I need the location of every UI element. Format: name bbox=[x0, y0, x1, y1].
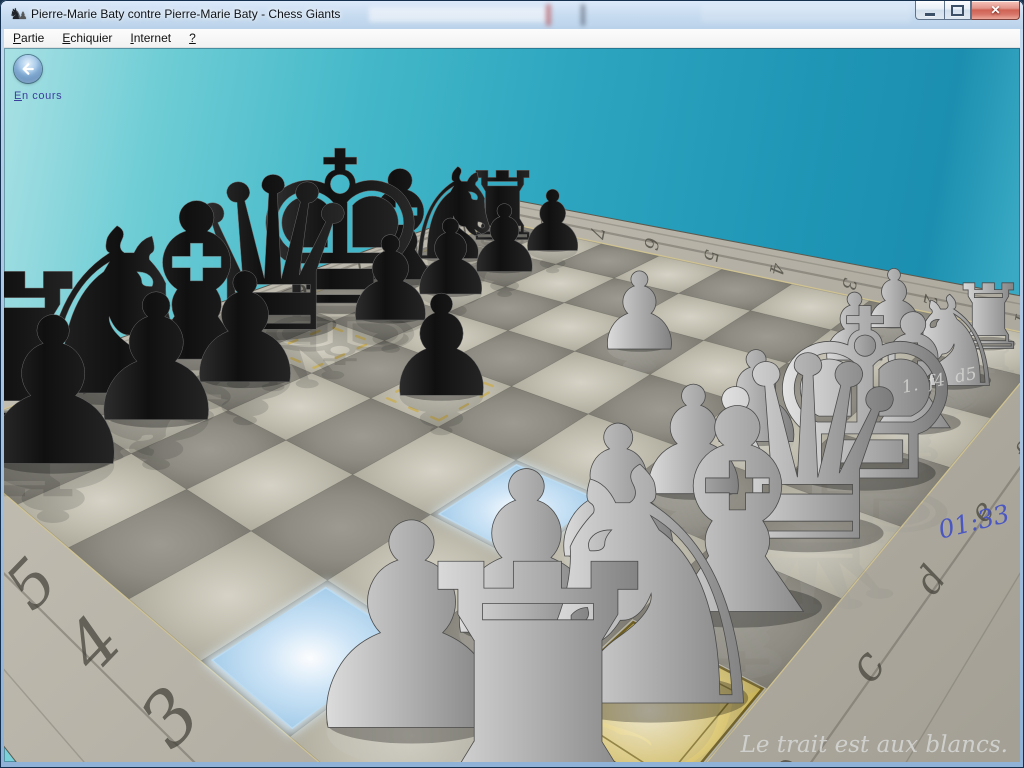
chess-board-3d[interactable]: 1122334455667788aabbccddeeffgghh♜♜♟♟♞♞♟♟… bbox=[4, 48, 1020, 762]
back-arrow-icon bbox=[20, 61, 36, 77]
app-icon: ♞♟ bbox=[9, 6, 27, 24]
menu-internet[interactable]: Internet bbox=[121, 30, 180, 47]
game-view: 1122334455667788aabbccddeeffgghh♜♜♟♟♞♞♟♟… bbox=[4, 48, 1020, 762]
glass-reflection bbox=[701, 5, 911, 23]
glass-reflection bbox=[546, 4, 551, 26]
window-frame: ♞♟ Pierre-Marie Baty contre Pierre-Marie… bbox=[0, 0, 1024, 768]
maximize-button[interactable] bbox=[944, 1, 971, 20]
menu-bar: Partie Echiquier Internet ? bbox=[4, 29, 1020, 48]
window-controls: ✕ bbox=[915, 1, 1020, 20]
piece-white-rook-a1[interactable]: ♜ bbox=[379, 490, 697, 762]
piece-black-pawn-d5[interactable]: ♟ bbox=[379, 266, 505, 429]
title-bar: ♞♟ Pierre-Marie Baty contre Pierre-Marie… bbox=[1, 1, 1023, 29]
close-icon: ✕ bbox=[990, 2, 1000, 19]
glass-reflection bbox=[581, 4, 585, 26]
menu-help[interactable]: ? bbox=[180, 30, 205, 47]
piece-black-pawn-a7[interactable]: ♟ bbox=[4, 275, 145, 512]
game-state-link[interactable]: En cours bbox=[14, 90, 62, 102]
maximize-icon bbox=[951, 5, 964, 16]
minimize-button[interactable] bbox=[915, 1, 944, 20]
back-button[interactable] bbox=[14, 55, 42, 83]
window-title: Pierre-Marie Baty contre Pierre-Marie Ba… bbox=[31, 7, 340, 21]
minimize-icon bbox=[925, 13, 935, 16]
menu-echiquier[interactable]: Echiquier bbox=[53, 30, 121, 47]
status-message: Le trait est aux blancs. bbox=[740, 732, 1008, 758]
glass-reflection bbox=[369, 7, 547, 22]
close-button[interactable]: ✕ bbox=[971, 1, 1020, 20]
menu-partie[interactable]: Partie bbox=[4, 30, 53, 47]
